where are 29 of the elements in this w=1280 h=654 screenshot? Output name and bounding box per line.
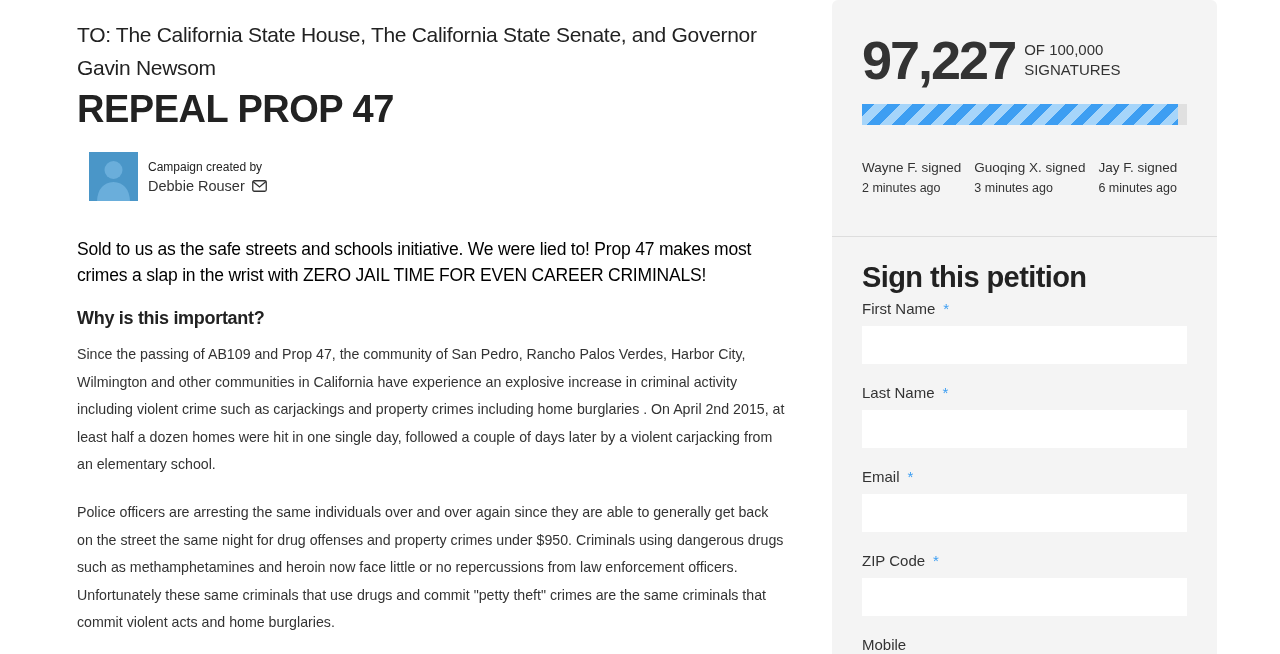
required-mark: * — [907, 466, 914, 487]
required-mark: * — [942, 382, 949, 403]
form-title: Sign this petition — [862, 260, 1088, 295]
petition-summary: Sold to us as the safe streets and schools initiative. We were lied to! Prop 47 makes most crimes a slap in the wrist with ZERO JAIL TIME FOR EVEN CAREER CRIMINALS! — [77, 238, 753, 287]
why-heading: Why is this important? — [77, 307, 266, 330]
signer-name: Wayne F. signed — [862, 159, 962, 177]
signed-time: 2 minutes ago — [862, 180, 942, 197]
mail-icon[interactable] — [251, 179, 267, 192]
signer-name: Jay F. signed — [1098, 159, 1178, 177]
body-paragraph: Police officers are arresting the same individuals over and over again since they are able to generally get back on the street the same night for drug offenses and property crimes under $950. Criminals using dangerous drugs such as methamphetamines and heroin now face little or no repercussions from law enforcement officers. Unfortunately these same criminals that use drugs and commit "petty theft" crimes are the same criminals that commit violent acts and home burglaries. — [77, 502, 785, 633]
signature-goal: OF 100,000 — [1024, 40, 1105, 60]
avatar-icon — [89, 152, 138, 201]
signed-time: 3 minutes ago — [974, 180, 1054, 197]
body-paragraph: Since the passing of AB109 and Prop 47, the community of San Pedro, Rancho Palos Verdes, Harbor City, Wilmington and other communities in California have experience an explosive increase in criminal activity including violent crime such as carjackings and property crimes including home burglaries . On April 2nd 2015, at least half a dozen homes were hit in one single day, followed a couple of days later by a violent carjacking from an elementary school. — [77, 345, 786, 475]
required-mark: * — [933, 550, 939, 571]
signed-time: 6 minutes ago — [1098, 180, 1178, 197]
signature-unit: SIGNATURES — [1024, 60, 1121, 80]
field-label: ZIP Code — [862, 550, 926, 571]
field-label: Email — [862, 466, 900, 487]
recipients-heading: TO: The California State House, The California State Senate, and Governor Gavin Newsom — [77, 22, 758, 81]
creator-label: Campaign created by — [148, 158, 264, 176]
petition-title: REPEAL PROP 47 — [77, 87, 395, 132]
signature-count: 97,227 — [862, 30, 1016, 90]
field-label: First Name — [862, 298, 936, 319]
signer-name: Guoqing X. signed — [974, 159, 1086, 177]
required-mark: * — [943, 298, 950, 319]
field-label: Last Name — [862, 382, 935, 403]
creator-name: Debbie Rouser — [148, 176, 245, 196]
field-label: Mobile — [862, 634, 907, 654]
